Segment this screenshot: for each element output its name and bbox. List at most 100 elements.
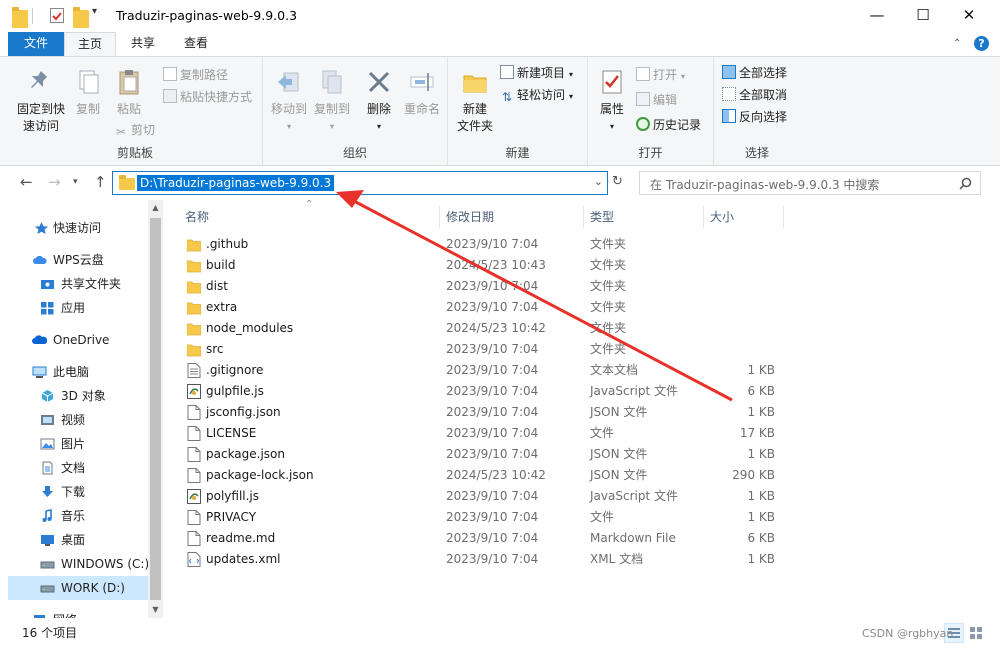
tab-file[interactable]: 文件 xyxy=(8,32,64,56)
easy-access-button[interactable]: ⇅ 轻松访问 ▾ xyxy=(500,85,573,105)
file-size: 1 KB xyxy=(747,489,775,503)
nav-item-downloads[interactable]: 下载 xyxy=(40,480,85,504)
paste-icon xyxy=(114,67,144,97)
desktop-icon xyxy=(41,535,54,546)
scroll-thumb[interactable] xyxy=(150,218,161,600)
table-row[interactable]: extra 2023/9/10 7:04 文件夹 xyxy=(181,297,801,318)
copy-to-button[interactable]: 复制到 ▾ xyxy=(311,67,353,135)
search-icon[interactable] xyxy=(959,177,972,190)
column-header-type[interactable]: 类型 xyxy=(584,206,704,228)
nav-item-network[interactable]: 网络 xyxy=(32,608,77,618)
large-icons-view-button[interactable] xyxy=(966,623,986,643)
minimize-button[interactable]: — xyxy=(854,0,900,32)
properties-quick-icon[interactable] xyxy=(50,8,64,23)
address-path[interactable]: D:\Traduzir-paginas-web-9.9.0.3 xyxy=(137,175,335,191)
nav-scrollbar[interactable]: ▲ ▼ xyxy=(148,200,163,618)
close-button[interactable]: ✕ xyxy=(946,0,992,32)
nav-item-desktop[interactable]: 桌面 xyxy=(40,528,85,552)
edit-button[interactable]: 编辑 xyxy=(636,90,677,110)
move-to-button[interactable]: 移动到 ▾ xyxy=(268,67,310,135)
nav-item-quick-access[interactable]: 快速访问 xyxy=(34,216,101,240)
up-arrow-icon[interactable]: ↑ xyxy=(94,173,107,191)
refresh-icon[interactable]: ↻ xyxy=(612,174,623,189)
easy-access-label: 轻松访问 xyxy=(517,88,566,102)
collapse-ribbon-icon[interactable]: ⌃ xyxy=(953,38,961,49)
open-icon xyxy=(636,67,650,81)
table-row[interactable]: package-lock.json 2024/5/23 10:42 JSON 文件 2… xyxy=(181,465,801,486)
scroll-down-icon[interactable]: ▼ xyxy=(148,602,163,618)
table-row[interactable]: jsconfig.json 2023/9/10 7:04 JSON 文件 1 KB xyxy=(181,402,801,423)
help-icon[interactable]: ? xyxy=(974,36,989,51)
folder-icon xyxy=(119,175,135,190)
back-arrow-icon[interactable]: ← xyxy=(20,173,33,191)
customize-quick-access-icon[interactable]: ▾ xyxy=(92,6,97,24)
column-header-size[interactable]: 大小 xyxy=(704,206,784,228)
file-type: 文件夹 xyxy=(590,258,627,272)
tab-view[interactable]: 查看 xyxy=(172,32,220,56)
nav-label: 3D 对象 xyxy=(61,389,106,403)
open-button[interactable]: 打开 ▾ xyxy=(636,65,685,85)
new-folder-label-2: 文件夹 xyxy=(456,119,493,133)
nav-label: OneDrive xyxy=(53,333,110,347)
tab-home[interactable]: 主页 xyxy=(64,32,116,56)
forward-arrow-icon[interactable]: → xyxy=(48,173,61,191)
file-type: 文件 xyxy=(590,510,615,524)
search-input[interactable]: 在 Traduzir-paginas-web-9.9.0.3 中搜索 xyxy=(639,171,981,195)
copy-icon xyxy=(73,67,103,97)
table-row[interactable]: readme.md 2023/9/10 7:04 Markdown File 6 KB xyxy=(181,528,801,549)
delete-button[interactable]: 删除 ▾ xyxy=(361,67,397,135)
new-item-button[interactable]: 新建项目 ▾ xyxy=(500,63,573,83)
new-folder-quick-icon[interactable] xyxy=(73,7,89,28)
table-row[interactable]: node_modules 2024/5/23 10:42 文件夹 xyxy=(181,318,801,339)
table-row[interactable]: package.json 2023/9/10 7:04 JSON 文件 1 KB xyxy=(181,444,801,465)
pin-to-quick-access-button[interactable]: 固定到快 速访问 xyxy=(12,67,70,135)
divider xyxy=(32,8,33,24)
nav-item-videos[interactable]: 视频 xyxy=(40,408,85,432)
nav-item-shared-folder[interactable]: 共享文件夹 xyxy=(40,272,121,296)
address-bar[interactable]: D:\Traduzir-paginas-web-9.9.0.3 ⌄ xyxy=(112,171,608,195)
nav-item-windows-c[interactable]: WINDOWS (C:) xyxy=(40,552,148,576)
cloud-icon xyxy=(33,255,47,264)
nav-item-documents[interactable]: 文档 xyxy=(40,456,85,480)
open-group: 属性 ▾ 打开 ▾ 编辑 历史记录 打开 xyxy=(588,57,714,165)
table-row[interactable]: build 2024/5/23 10:43 文件夹 xyxy=(181,255,801,276)
paste-button[interactable]: 粘贴 xyxy=(110,67,148,118)
file-name: extra xyxy=(206,300,238,314)
nav-item-work-d[interactable]: WORK (D:) xyxy=(8,576,148,600)
table-row[interactable]: LICENSE 2023/9/10 7:04 文件 17 KB xyxy=(181,423,801,444)
table-row[interactable]: src 2023/9/10 7:04 文件夹 xyxy=(181,339,801,360)
copy-button[interactable]: 复制 xyxy=(70,67,106,118)
table-row[interactable]: .github 2023/9/10 7:04 文件夹 xyxy=(181,234,801,255)
cut-button[interactable]: ✂ 剪切 xyxy=(114,120,155,140)
address-dropdown-icon[interactable]: ⌄ xyxy=(594,175,603,188)
paste-shortcut-button[interactable]: 粘贴快捷方式 xyxy=(163,87,252,107)
nav-item-this-pc[interactable]: 此电脑 xyxy=(32,360,89,384)
select-all-button[interactable]: 全部选择 xyxy=(722,63,787,83)
table-row[interactable]: dist 2023/9/10 7:04 文件夹 xyxy=(181,276,801,297)
column-header-date[interactable]: 修改日期 xyxy=(440,206,584,228)
select-none-button[interactable]: 全部取消 xyxy=(722,85,787,105)
table-row[interactable]: polyfill.js 2023/9/10 7:04 JavaScript 文件 1 … xyxy=(181,486,801,507)
table-row[interactable]: .gitignore 2023/9/10 7:04 文本文档 1 KB xyxy=(181,360,801,381)
nav-item-music[interactable]: 音乐 xyxy=(40,504,85,528)
nav-item-3d-objects[interactable]: 3D 对象 xyxy=(40,384,106,408)
table-row[interactable]: updates.xml 2023/9/10 7:04 XML 文档 1 KB xyxy=(181,549,801,570)
history-button[interactable]: 历史记录 xyxy=(636,115,701,135)
table-row[interactable]: PRIVACY 2023/9/10 7:04 文件 1 KB xyxy=(181,507,801,528)
shared-folder-icon xyxy=(41,280,54,289)
invert-selection-button[interactable]: 反向选择 xyxy=(722,107,787,127)
nav-item-pictures[interactable]: 图片 xyxy=(40,432,85,456)
new-folder-button[interactable]: 新建 文件夹 xyxy=(452,67,498,135)
file-size: 290 KB xyxy=(732,468,775,482)
nav-item-onedrive[interactable]: OneDrive xyxy=(32,328,109,352)
copy-path-button[interactable]: 复制路径 xyxy=(163,65,228,85)
nav-item-wps-cloud[interactable]: WPS云盘 xyxy=(32,248,104,272)
recent-locations-chevron-icon[interactable]: ▾ xyxy=(73,177,78,187)
scroll-up-icon[interactable]: ▲ xyxy=(148,200,163,216)
maximize-button[interactable]: ☐ xyxy=(900,0,946,32)
properties-button[interactable]: 属性 ▾ xyxy=(592,67,632,135)
table-row[interactable]: gulpfile.js 2023/9/10 7:04 JavaScript 文件 6 … xyxy=(181,381,801,402)
tab-share[interactable]: 共享 xyxy=(120,32,166,56)
nav-item-apps[interactable]: 应用 xyxy=(40,296,85,320)
rename-button[interactable]: 重命名 xyxy=(401,67,443,118)
